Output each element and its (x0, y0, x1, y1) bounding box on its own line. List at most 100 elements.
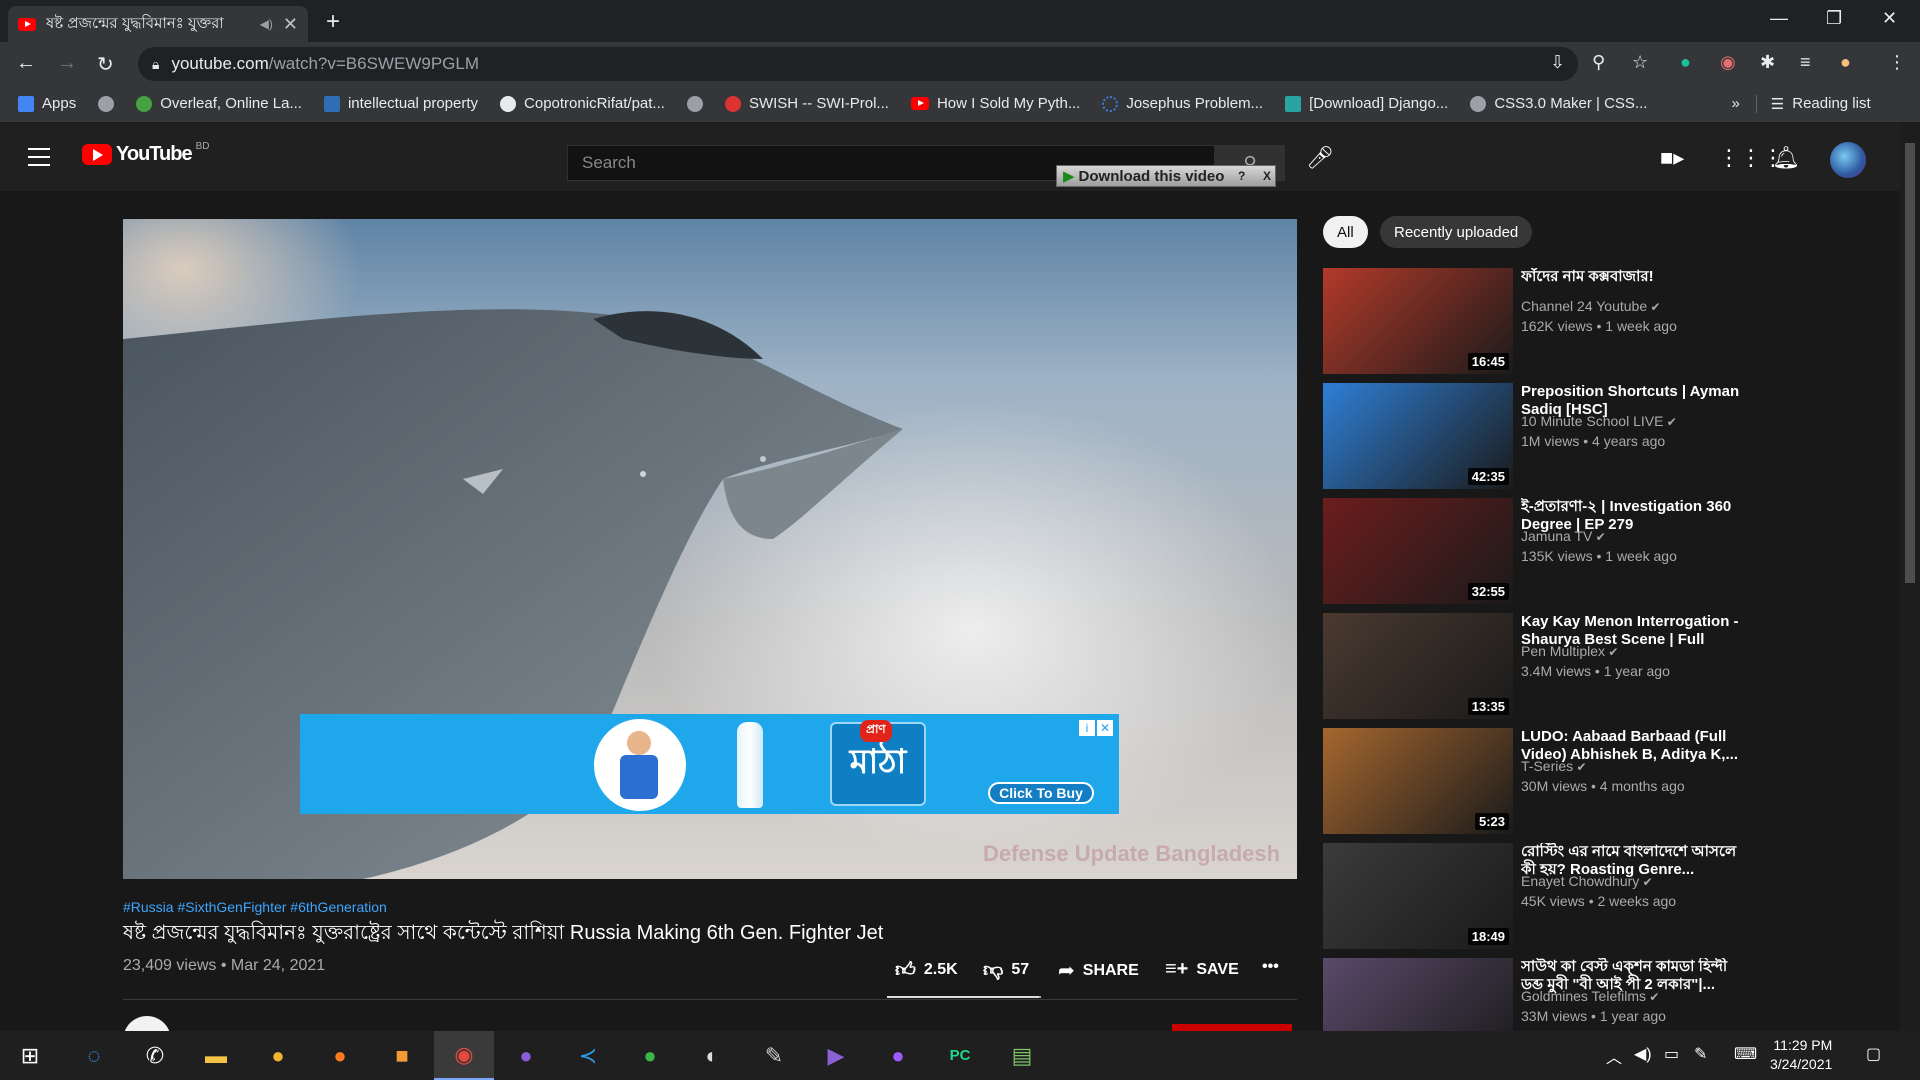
video-thumbnail[interactable]: 32:55 (1323, 498, 1513, 604)
volume-icon[interactable]: ◀) (1634, 1044, 1652, 1064)
whatsapp-icon[interactable]: ✆ (125, 1031, 185, 1080)
ad-close-icon[interactable]: ✕ (1097, 720, 1113, 736)
zoom-icon[interactable]: ⚲ (1592, 52, 1605, 73)
close-window-icon[interactable]: ✕ (1882, 8, 1897, 29)
create-video-icon[interactable]: ■▸ (1660, 145, 1684, 171)
bookmarks-overflow-icon[interactable]: » (1731, 95, 1739, 112)
app-icon[interactable]: ◐ (682, 1031, 742, 1080)
cortana-icon[interactable]: ◌ (64, 1031, 124, 1080)
audio-icon[interactable]: ◀) (260, 17, 273, 31)
channel-name[interactable]: Channel 24 Youtube ✔ (1521, 298, 1661, 314)
ad-click-to-buy-button[interactable]: Click To Buy (988, 782, 1094, 804)
video-thumbnail[interactable]: 13:35 (1323, 613, 1513, 719)
page-scrollbar[interactable] (1900, 123, 1920, 1031)
messenger-icon[interactable]: ● (868, 1031, 928, 1080)
microphone-icon[interactable]: 🎤︎ (1306, 145, 1334, 171)
pycharm-icon[interactable]: PC (930, 1031, 990, 1080)
related-video-card[interactable]: 42:35 Preposition Shortcuts | Ayman Sadiq… (1323, 383, 1763, 489)
video-hashtags[interactable]: #Russia #SixthGenFighter #6thGeneration (123, 899, 387, 915)
related-video-card[interactable]: 5:23 LUDO: Aabaad Barbaad (Full Video) Ab… (1323, 728, 1763, 834)
share-button[interactable]: ➦ SHARE (1058, 958, 1139, 983)
chrome-icon[interactable]: ◉ (434, 1031, 494, 1080)
channel-name[interactable]: T-Series ✔ (1521, 758, 1587, 774)
hamburger-menu-icon[interactable] (28, 148, 50, 166)
reload-icon[interactable]: ↻ (97, 52, 114, 77)
keyboard-icon[interactable]: ⌨ (1734, 1044, 1757, 1064)
related-video-card[interactable]: 32:55 ই-প্রতারণা-২ | Investigation 360 De… (1323, 498, 1763, 604)
media-control-icon[interactable]: ≡ (1800, 52, 1811, 73)
channel-name[interactable]: 10 Minute School LIVE ✔ (1521, 413, 1677, 429)
app-icon[interactable]: ■ (372, 1031, 432, 1080)
channel-name[interactable]: Enayet Chowdhury ✔ (1521, 873, 1653, 889)
menu-kebab-icon[interactable]: ⋮ (1888, 52, 1906, 73)
restore-icon[interactable]: ❐ (1826, 8, 1842, 29)
chip-all[interactable]: All (1323, 216, 1368, 248)
minimize-icon[interactable]: — (1770, 8, 1788, 29)
bookmark-github[interactable]: CopotronicRifat/pat... (500, 95, 665, 112)
github-desktop-icon[interactable]: ● (496, 1031, 556, 1080)
browser-tab-active[interactable]: ষষ্ট প্রজন্মের যুদ্ধবিমানঃ যুক্তরা ◀) ✕ (8, 6, 308, 42)
like-button[interactable]: 👍︎ 2.5K (895, 958, 958, 982)
more-actions-button[interactable]: ••• (1262, 958, 1279, 976)
earth-app-icon[interactable]: ● (620, 1031, 680, 1080)
bookmark-swish[interactable]: SWISH -- SWI-Prol... (724, 95, 889, 112)
star-icon[interactable]: ☆ (1632, 52, 1648, 73)
bookmark-josephus[interactable]: Josephus Problem... (1102, 95, 1263, 112)
save-button[interactable]: ≡+ SAVE (1165, 958, 1239, 981)
overlay-ad[interactable]: প্রাণ মাঠা Click To Buy i ✕ (300, 714, 1119, 814)
bookmark-css3[interactable]: CSS3.0 Maker | CSS... (1470, 95, 1647, 112)
notifications-bell-icon[interactable]: 🔔︎ (1772, 145, 1800, 171)
video-thumbnail[interactable]: 16:45 (1323, 268, 1513, 374)
lock-icon[interactable]: 🔒︎ (152, 56, 159, 73)
extension-icon[interactable]: ◉ (1720, 52, 1736, 73)
video-title[interactable]: ফাঁদের নাম কক্সবাজার! (1521, 268, 1753, 286)
file-explorer-icon[interactable]: ▬ (186, 1031, 246, 1080)
grammarly-extension-icon[interactable]: ● (1680, 52, 1691, 73)
bookmark-overleaf[interactable]: Overleaf, Online La... (136, 95, 302, 112)
ad-info-icon[interactable]: i (1079, 720, 1095, 736)
bookmark-intellectual-property[interactable]: intellectual property (323, 95, 478, 112)
related-video-card[interactable]: 18:49 রোস্টিং এর নামে বাংলাদেশে আসলে কী হ… (1323, 843, 1763, 949)
address-bar[interactable]: 🔒︎ youtube.com/watch?v=B6SWEW9PGLM (138, 47, 1578, 81)
pen-icon[interactable]: ✎ (1694, 1044, 1707, 1064)
video-thumbnail[interactable]: 5:23 (1323, 728, 1513, 834)
firefox-icon[interactable]: ● (310, 1031, 370, 1080)
channel-name[interactable]: Jamuna TV ✔ (1521, 528, 1606, 544)
chip-recently-uploaded[interactable]: Recently uploaded (1380, 216, 1533, 248)
install-icon[interactable]: ⇩ (1550, 52, 1565, 73)
bookmark-globe[interactable] (98, 95, 115, 112)
vpn-icon[interactable]: ● (248, 1031, 308, 1080)
forward-icon[interactable]: → (57, 52, 77, 75)
vscode-icon[interactable]: ≺ (558, 1031, 618, 1080)
profile-icon[interactable]: ● (1840, 52, 1851, 73)
video-thumbnail[interactable]: 42:35 (1323, 383, 1513, 489)
bookmark-apps[interactable]: Apps (18, 95, 76, 112)
app-icon[interactable]: ✎ (744, 1031, 804, 1080)
video-thumbnail[interactable]: 18:49 (1323, 843, 1513, 949)
back-icon[interactable]: ← (16, 52, 36, 75)
reading-list[interactable]: ☰ Reading list (1755, 94, 1871, 113)
dislike-button[interactable]: 👎︎ 57 (983, 958, 1029, 982)
puzzle-extensions-icon[interactable]: ✱ (1760, 52, 1775, 73)
notifications-icon[interactable]: ▢ (1866, 1044, 1881, 1064)
scrollbar-thumb[interactable] (1905, 143, 1915, 583)
new-tab-button[interactable]: + (326, 8, 340, 36)
channel-name[interactable]: Goldmines Telefilms ✔ (1521, 988, 1659, 1004)
download-help-icon[interactable]: ? (1234, 169, 1249, 183)
youtube-logo[interactable]: YouTube BD (82, 141, 209, 166)
channel-name[interactable]: Pen Multiplex ✔ (1521, 643, 1618, 659)
related-video-card[interactable]: 13:35 Kay Kay Menon Interrogation - Shaur… (1323, 613, 1763, 719)
notepad-icon[interactable]: ▤ (992, 1031, 1052, 1080)
download-close-icon[interactable]: X (1259, 169, 1275, 183)
bookmark-django[interactable]: [Download] Django... (1285, 95, 1448, 112)
windows-start-icon[interactable]: ⊞ (0, 1031, 60, 1080)
related-video-card[interactable]: 16:45 ফাঁদের নাম কক্সবাজার! Channel 24 You… (1323, 268, 1763, 374)
tab-close-icon[interactable]: ✕ (283, 14, 298, 35)
bookmark-globe-2[interactable] (686, 95, 703, 112)
bookmark-youtube[interactable]: How I Sold My Pyth... (910, 95, 1080, 112)
system-clock[interactable]: 11:29 PM 3/24/2021 (1770, 1036, 1832, 1074)
download-video-button[interactable]: ▶ Download this video ? X (1056, 165, 1276, 187)
network-icon[interactable]: ▭ (1664, 1044, 1679, 1064)
visual-studio-icon[interactable]: ▶ (806, 1031, 866, 1080)
tray-chevron-icon[interactable]: ︿ (1606, 1044, 1622, 1068)
